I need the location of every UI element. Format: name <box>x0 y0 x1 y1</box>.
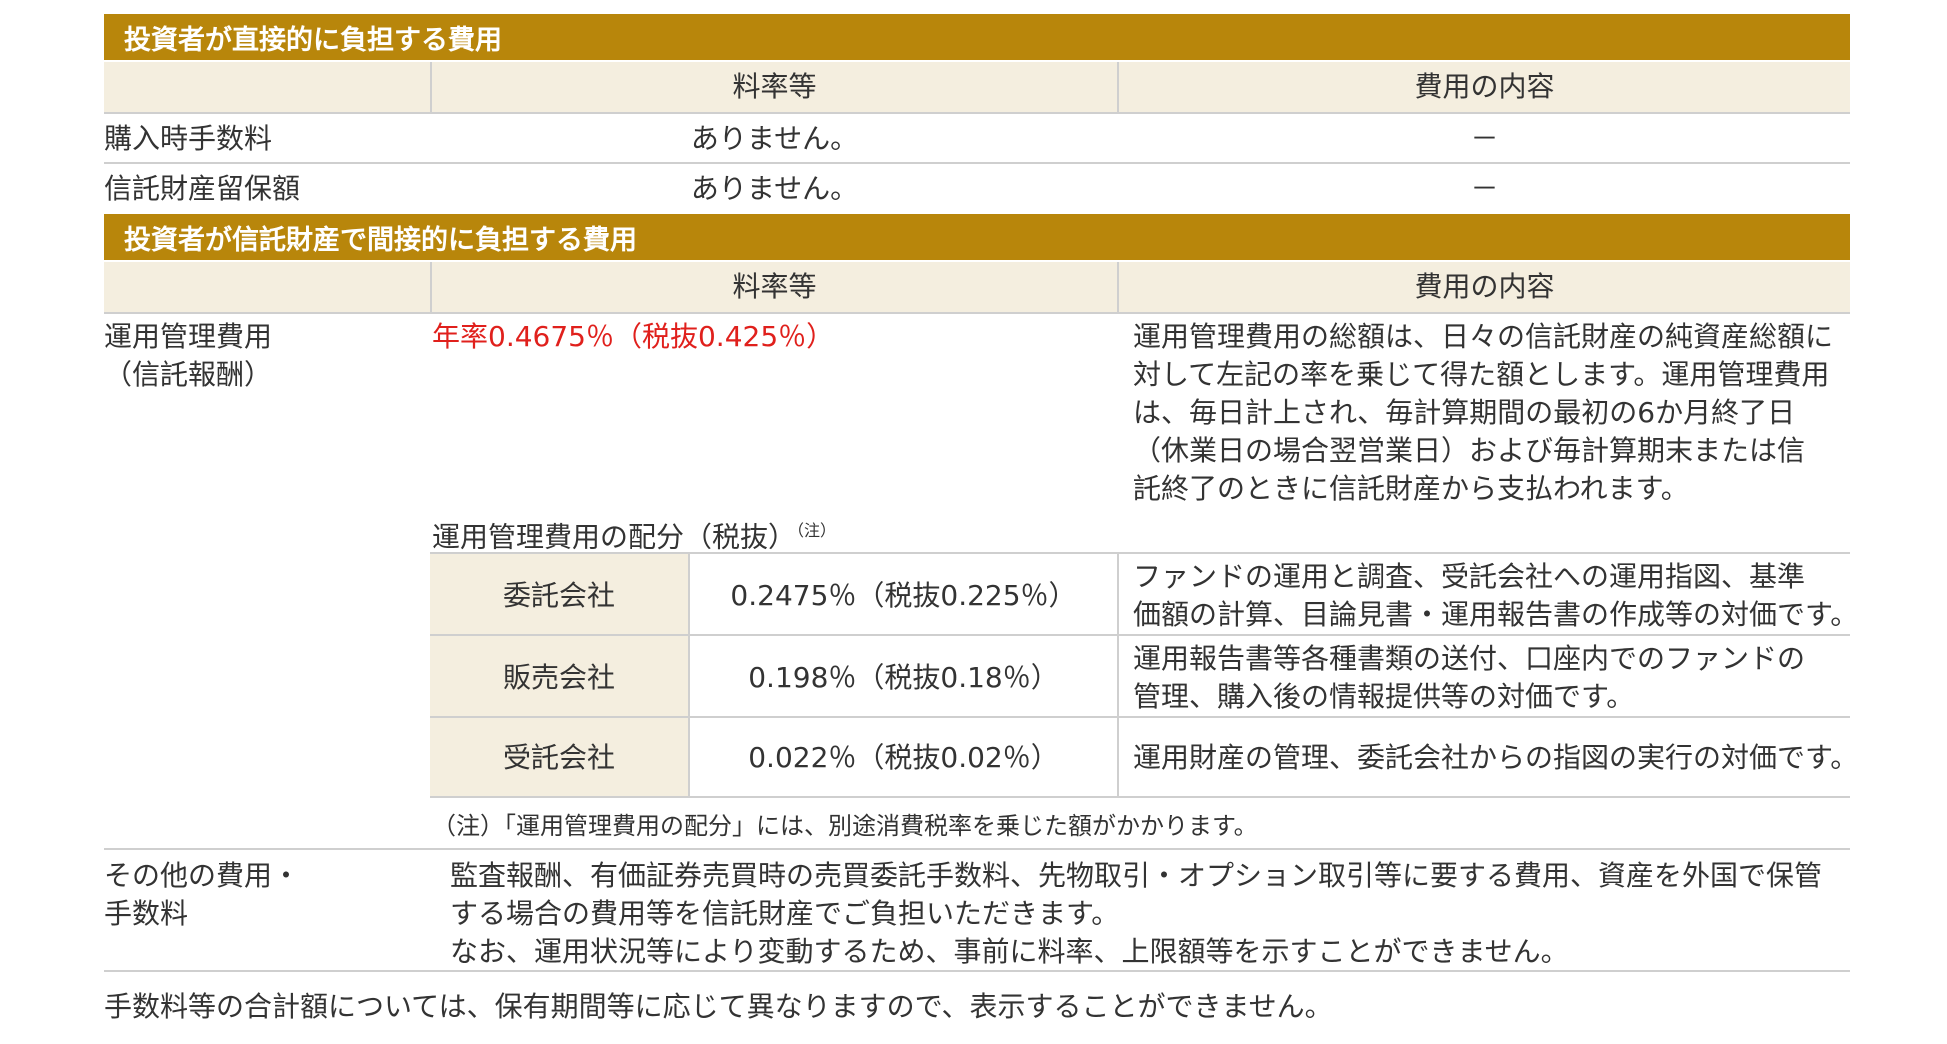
row-rate-purchase-fee: ありません。 <box>690 122 859 155</box>
other-fees-label-line1: その他の費用・ <box>104 859 301 892</box>
allocation-content-trustee: 運用財産の管理、委託会社からの指図の実行の対価です。 <box>1133 741 1859 774</box>
text-line: なお、運用状況等により変動するため、事前に料率、上限額等を示すことができません。 <box>450 935 1569 968</box>
footer-note: 手数料等の合計額については、保有期間等に応じて異なりますので、表示することができ… <box>104 990 1333 1023</box>
section2-title: 投資者が信託財産で間接的に負担する費用 <box>124 224 637 256</box>
text-line: ファンドの運用と調査、受託会社への運用指図、基準 <box>1133 560 1806 593</box>
section1-title-band: 投資者が直接的に負担する費用 <box>104 14 1850 60</box>
allocation-rate-distributor: 0.198％（税抜0.18％） <box>748 661 1059 694</box>
divider <box>430 634 1850 636</box>
text-line: 対して左記の率を乗じて得た額とします。運用管理費用 <box>1133 358 1830 391</box>
divider <box>104 312 1850 314</box>
divider <box>104 112 1850 114</box>
row-rate-trust-reserve: ありません。 <box>690 172 859 205</box>
divider <box>430 796 1850 798</box>
text-line: 運用報告書等各種書類の送付、口座内でのファンドの <box>1133 642 1806 675</box>
text-line: 価額の計算、目論見書・運用報告書の作成等の対価です。 <box>1133 598 1859 631</box>
mgmt-fee-label-line2: （信託報酬） <box>104 358 273 391</box>
allocation-party-distributor: 販売会社 <box>502 661 615 694</box>
section1-title: 投資者が直接的に負担する費用 <box>124 24 502 56</box>
col-content-header-2: 費用の内容 <box>1414 270 1555 303</box>
mgmt-fee-label-line1: 運用管理費用 <box>104 320 273 353</box>
col-rate-header: 料率等 <box>732 70 817 103</box>
other-fees-content: 監査報酬、有価証券売買時の売買委託手数料、先物取引・オプション取引等に要する費用… <box>450 857 1850 971</box>
divider <box>104 162 1850 164</box>
allocation-title: 運用管理費用の配分（税抜）（注） <box>432 512 836 556</box>
allocation-rate-trustor: 0.2475％（税抜0.225％） <box>730 579 1077 612</box>
row-label-purchase-fee: 購入時手数料 <box>104 122 273 155</box>
allocation-note: （注）「運用管理費用の配分」には、別途消費税率を乗じた額がかかります。 <box>432 812 1258 840</box>
row-content-purchase-fee: － <box>1470 122 1499 155</box>
allocation-rate-trustee: 0.022％（税抜0.02％） <box>748 741 1059 774</box>
divider <box>1117 554 1119 796</box>
section2-title-band: 投資者が信託財産で間接的に負担する費用 <box>104 214 1850 260</box>
allocation-content-trustor: ファンドの運用と調査、受託会社への運用指図、基準 価額の計算、目論見書・運用報告… <box>1133 558 1859 634</box>
col-content-header: 費用の内容 <box>1414 70 1555 103</box>
allocation-title-text: 運用管理費用の配分（税抜） <box>432 520 797 554</box>
allocation-party-trustee: 受託会社 <box>502 741 615 774</box>
divider <box>430 716 1850 718</box>
other-fees-label-line2: 手数料 <box>104 897 189 930</box>
mgmt-fee-rate: 年率0.4675％（税抜0.425％） <box>432 320 835 353</box>
text-line: 管理、購入後の情報提供等の対価です。 <box>1133 680 1635 713</box>
divider <box>104 848 1850 850</box>
mgmt-fee-content: 運用管理費用の総額は、日々の信託財産の純資産総額に 対して左記の率を乗じて得た額… <box>1133 318 1850 508</box>
allocation-title-note: （注） <box>796 521 837 540</box>
row-label-trust-reserve: 信託財産留保額 <box>104 172 301 205</box>
text-line: 監査報酬、有価証券売買時の売買委託手数料、先物取引・オプション取引等に要する費用… <box>450 859 1823 892</box>
text-line: する場合の費用等を信託財産でご負担いただきます。 <box>450 897 1120 930</box>
divider <box>104 970 1850 972</box>
col-rate-header-2: 料率等 <box>732 270 817 303</box>
text-line: 運用管理費用の総額は、日々の信託財産の純資産総額に <box>1133 320 1834 353</box>
allocation-content-distributor: 運用報告書等各種書類の送付、口座内でのファンドの 管理、購入後の情報提供等の対価… <box>1133 640 1850 716</box>
text-line: は、毎日計上され、毎計算期間の最初の6か月終了日 <box>1133 396 1796 429</box>
allocation-party-trustor: 委託会社 <box>502 579 615 612</box>
row-content-trust-reserve: － <box>1470 172 1499 205</box>
text-line: （休業日の場合翌営業日）および毎計算期末または信 <box>1133 434 1806 467</box>
text-line: 託終了のときに信託財産から支払われます。 <box>1133 472 1689 505</box>
